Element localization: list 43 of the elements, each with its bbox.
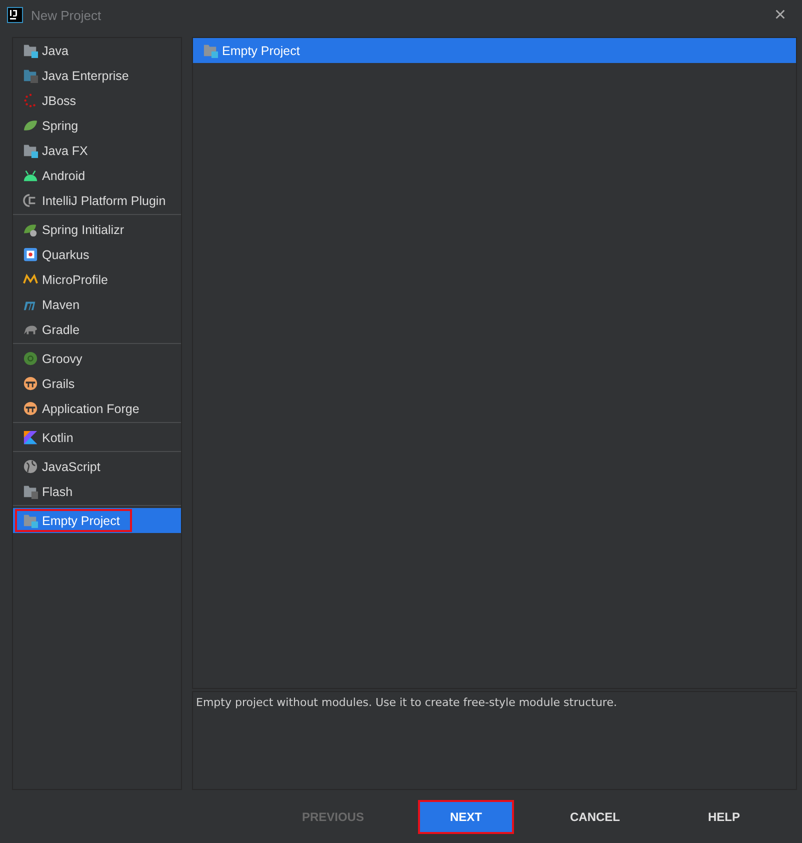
sidebar-item[interactable]: Java xyxy=(13,38,181,63)
sidebar-item[interactable]: JavaScript xyxy=(13,454,181,479)
template-item[interactable]: Empty Project xyxy=(193,38,796,63)
sidebar-item[interactable]: Java Enterprise xyxy=(13,63,181,88)
sidebar-item[interactable]: Spring xyxy=(13,113,181,138)
enterprise-folder-icon xyxy=(23,68,38,83)
globe-icon xyxy=(23,459,38,474)
sidebar-item[interactable]: Grails xyxy=(13,371,181,396)
sidebar-item[interactable]: Groovy xyxy=(13,346,181,371)
sidebar-item[interactable]: IntelliJ Platform Plugin xyxy=(13,188,181,213)
android-icon xyxy=(23,168,38,183)
app-logo-icon xyxy=(7,7,23,23)
window-title: New Project xyxy=(31,8,102,22)
sidebar-item[interactable]: JBoss xyxy=(13,88,181,113)
sidebar-item[interactable]: Empty Project xyxy=(13,508,181,533)
sidebar-item[interactable]: Gradle xyxy=(13,317,181,342)
sidebar-item[interactable]: Maven xyxy=(13,292,181,317)
dialog-button[interactable]: NEXT xyxy=(418,800,514,834)
plug-icon xyxy=(23,193,38,208)
dialog-button[interactable]: CANCEL xyxy=(538,800,652,834)
kotlin-icon xyxy=(23,430,38,445)
sidebar-item[interactable]: Android xyxy=(13,163,181,188)
sidebar-item[interactable]: Flash xyxy=(13,479,181,504)
close-button[interactable]: × xyxy=(770,5,790,25)
flash-folder-icon xyxy=(23,484,38,499)
sidebar-item[interactable]: Kotlin xyxy=(13,425,181,450)
sidebar-item[interactable]: MicroProfile xyxy=(13,267,181,292)
sidebar-item[interactable]: Java FX xyxy=(13,138,181,163)
folder-icon xyxy=(23,513,38,528)
folder-icon xyxy=(23,143,38,158)
grails-icon xyxy=(23,376,38,391)
groovy-icon xyxy=(23,351,38,366)
description-text: Empty project without modules. Use it to create free-style module structure. xyxy=(196,696,617,709)
folder-icon xyxy=(23,43,38,58)
sidebar-item[interactable]: Spring Initializr xyxy=(13,217,181,242)
sidebar-item[interactable]: Application Forge xyxy=(13,396,181,421)
grails-icon xyxy=(23,401,38,416)
dotted-arc-icon xyxy=(23,93,38,108)
sidebar-item[interactable]: Quarkus xyxy=(13,242,181,267)
quarkus-icon xyxy=(23,247,38,262)
dialog-button[interactable]: HELP xyxy=(676,800,772,834)
leaf-icon xyxy=(23,118,38,133)
folder-icon xyxy=(203,43,218,58)
